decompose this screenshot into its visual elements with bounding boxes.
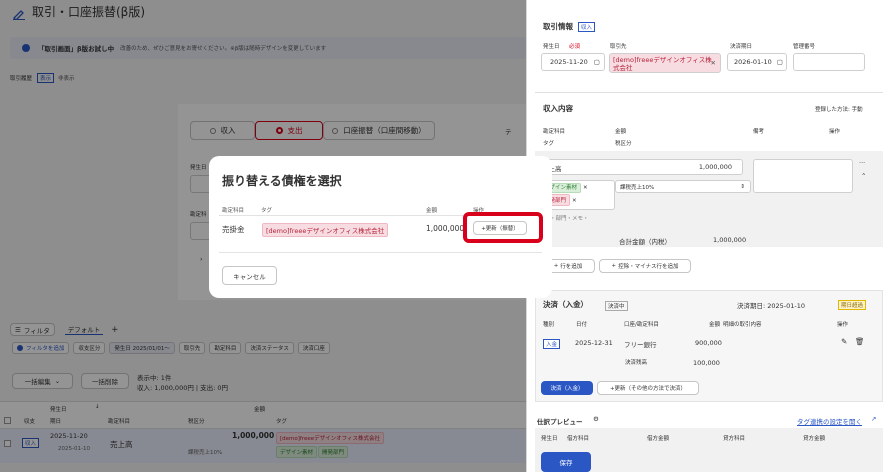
journal-col-debit-account: 借方科目 — [567, 436, 590, 442]
settle-account: フリー銀行 — [624, 341, 657, 349]
edit-icon[interactable]: ✎ — [841, 337, 847, 346]
mgmt-label: 管理番号 — [793, 44, 816, 50]
settlement-due: 決済期日: 2025-01-10 — [737, 302, 806, 310]
settle-col-amount: 金額 — [709, 322, 721, 328]
settle-col-desc: 明細の取引内容 — [723, 322, 762, 328]
settle-type-badge: 入金 — [543, 339, 561, 349]
due-value: 2026-01-10 — [734, 58, 772, 66]
income-col-amount: 金額 — [615, 129, 627, 135]
info-title: 取引情報 — [543, 22, 573, 31]
cancel-button-label: キャンセル — [233, 272, 266, 281]
add-row-label: 行を追加 — [560, 264, 583, 270]
close-icon[interactable]: ✕ — [572, 198, 577, 204]
settlement-title: 決済（入金） — [543, 300, 588, 309]
modal-col-amount: 金額 — [426, 208, 438, 214]
partner-field[interactable]: [demo]freeeデザインオフィス株式会社 ✕ — [609, 53, 721, 73]
date-field[interactable]: 2025-11-20 ▢ — [541, 53, 605, 71]
income-note-field[interactable] — [753, 159, 853, 193]
cancel-button[interactable]: キャンセル — [222, 266, 277, 285]
tax-value: 課税売上10% — [620, 184, 655, 191]
modal-title: 振り替える債権を選択 — [222, 174, 342, 188]
info-section-header: 取引情報 収入 — [543, 21, 596, 32]
external-link-icon[interactable]: ↗ — [871, 415, 876, 423]
total-value: 1,000,000 — [713, 236, 747, 244]
settle-col-action: 操作 — [837, 322, 849, 328]
select-arrows-icon: ⇕ — [740, 183, 745, 190]
unpaid-value: 100,000 — [693, 359, 720, 367]
settle-button-label: 決済（入金） — [550, 386, 584, 392]
settlement-status: 決済中 — [605, 301, 628, 311]
plus-icon: + — [611, 263, 617, 269]
delete-icon[interactable]: 🗑 — [855, 337, 865, 346]
modal-col-tag: タグ — [261, 208, 273, 214]
input-method: 登録した方法: 手動 — [815, 107, 863, 113]
update-other-label: +更新（その他の方法で決済） — [609, 386, 687, 392]
plus-icon: + — [553, 263, 559, 269]
update-other-method-button[interactable]: +更新（その他の方法で決済） — [597, 381, 699, 395]
modal-row-account: 売掛金 — [222, 225, 245, 234]
income-col-tax: 税区分 — [615, 141, 632, 147]
modal-row-tag: [demo]freeeデザインオフィス株式会社 — [262, 223, 389, 237]
income-col-account: 勘定科目 — [543, 129, 566, 135]
settle-date: 2025-12-31 — [575, 339, 613, 347]
select-receivable-modal: 振り替える債権を選択 勘定科目 タグ 金額 操作 売掛金 [demo]freee… — [209, 156, 552, 298]
date-value: 2025-11-20 — [550, 58, 588, 66]
total-label: 合計金額（内税） — [619, 238, 671, 246]
settle-amount: 900,000 — [695, 339, 722, 347]
tag-settings-link[interactable]: タグ連携の設定を開く — [797, 416, 862, 426]
more-icon[interactable]: ··· — [859, 159, 865, 167]
settle-col-type: 種別 — [543, 322, 555, 328]
due-label: 決済期日 — [730, 44, 753, 50]
settle-col-account: 口座/勘定科目 — [624, 322, 659, 328]
income-account-amount-field[interactable]: 売上高1,000,000 — [537, 159, 743, 175]
journal-col-debit-amount: 借方金額 — [647, 436, 670, 442]
modal-row-amount: 1,000,000 — [426, 224, 465, 233]
overdue-badge: 期日超過 — [838, 300, 867, 310]
calendar-icon[interactable]: ▢ — [777, 58, 783, 66]
income-col-tag: タグ — [543, 141, 555, 147]
income-title: 収入内容 — [543, 104, 573, 113]
close-icon[interactable]: ✕ — [583, 185, 588, 191]
highlight-box — [463, 212, 543, 243]
due-field[interactable]: 2026-01-10 ▢ — [727, 53, 787, 71]
close-icon[interactable]: ✕ — [711, 59, 716, 67]
income-amount-value: 1,000,000 — [698, 163, 732, 171]
gear-icon[interactable]: ⚙ — [593, 415, 599, 423]
date-label: 発生日 — [543, 44, 560, 50]
add-deduct-row-button[interactable]: + 控除・マイナス行を追加 — [599, 259, 691, 273]
calendar-icon[interactable]: ▢ — [594, 58, 600, 66]
unpaid-label: 決済残高 — [625, 360, 648, 366]
income-col-action: 操作 — [829, 129, 841, 135]
save-button[interactable]: 保存 — [541, 452, 591, 472]
add-deduct-label: 控除・マイナス行を追加 — [618, 264, 679, 270]
settle-button[interactable]: 決済（入金） — [541, 381, 593, 395]
mgmt-number-field[interactable] — [793, 53, 865, 71]
chevron-up-icon[interactable]: ⌃ — [861, 172, 866, 180]
required-badge: 必須 — [569, 44, 581, 50]
partner-value: [demo]freeeデザインオフィス株式会社 — [613, 56, 712, 72]
modal-col-account: 勘定科目 — [222, 208, 245, 214]
income-badge: 収入 — [578, 21, 596, 32]
income-col-note: 備考 — [753, 129, 765, 135]
journal-title: 仕訳プレビュー — [537, 418, 583, 426]
journal-col-credit-account: 貸方科目 — [723, 436, 746, 442]
transaction-detail-panel: 取引情報 収入 発生日 必須 取引先 決済期日 管理番号 2025-11-20 ▢… — [526, 0, 888, 472]
save-button-label: 保存 — [559, 459, 573, 467]
tax-select[interactable]: 課税売上10% ⇕ — [615, 180, 751, 193]
journal-col-date: 発生日 — [541, 436, 558, 442]
settle-col-date: 日付 — [576, 322, 588, 328]
partner-label: 取引先 — [610, 44, 627, 50]
journal-col-credit-amount: 貸方金額 — [803, 436, 826, 442]
